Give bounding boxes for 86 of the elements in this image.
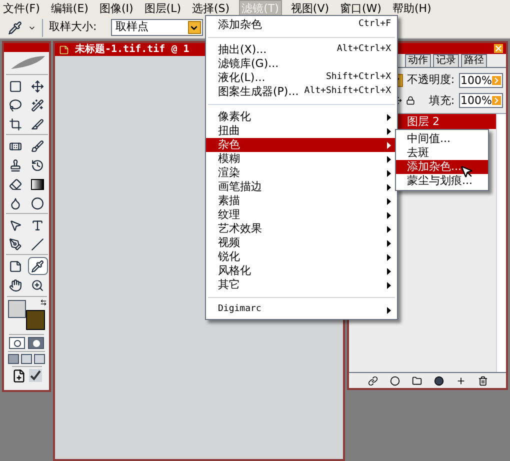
dropdown-chevron-icon — [188, 21, 201, 34]
toolbox-title-bar — [4, 43, 49, 52]
menu-item[interactable]: 纹理 — [206, 208, 397, 222]
history-brush-icon — [31, 158, 44, 172]
foreground-color-swatch[interactable] — [8, 300, 26, 318]
cursor-icon — [460, 165, 474, 179]
eyedropper-icon — [31, 260, 44, 272]
panel-tab[interactable]: 路径 — [461, 54, 487, 67]
menu-item[interactable]: 滤镜库(G)... — [206, 57, 397, 71]
menu-item[interactable]: 添加杂色... — [396, 160, 488, 174]
background-color-swatch[interactable] — [26, 310, 44, 330]
sample-size-label: 取样大小: — [49, 19, 97, 36]
marquee-icon — [9, 80, 22, 92]
menu-item[interactable]: 中间值... — [396, 132, 488, 146]
pen-icon — [9, 238, 22, 250]
submenu-arrow-icon — [387, 306, 391, 314]
menu-item[interactable]: 画笔描边 — [206, 180, 397, 194]
eraser-icon — [9, 178, 22, 190]
type-icon — [31, 218, 44, 232]
menu-item[interactable]: 风格化 — [206, 264, 397, 278]
mask-icon[interactable] — [390, 376, 400, 386]
half-circle-icon[interactable] — [434, 376, 444, 386]
menu-item[interactable]: 文件(F) — [1, 1, 42, 16]
panel-tab[interactable]: 记录 — [433, 54, 459, 67]
lock-icon[interactable] — [406, 96, 415, 106]
arrow-pointer-icon — [9, 218, 22, 232]
menu-item[interactable]: 图层(L) — [142, 1, 184, 16]
opacity-label: 不透明度: — [406, 72, 455, 88]
note-icon — [9, 260, 22, 272]
menu-item[interactable]: 帮助(H) — [390, 1, 434, 16]
menu-item[interactable]: 添加杂色 Ctrl+F — [206, 18, 397, 32]
menu-item[interactable]: 素描 — [206, 194, 397, 208]
tool-button[interactable] — [28, 257, 48, 275]
menu-item[interactable]: 其它 — [206, 278, 397, 292]
menu-item[interactable]: 图案生成器(P)... Alt+Shift+Ctrl+X — [206, 85, 397, 99]
menu-item[interactable]: 视图(V) — [288, 1, 332, 16]
menu-item[interactable]: 视频 — [206, 236, 397, 250]
stamp-icon — [9, 158, 22, 172]
menu-item[interactable]: 编辑(E) — [48, 1, 90, 16]
fill-label: 填充: — [428, 92, 455, 108]
knife-icon — [31, 118, 44, 130]
standard-mode-icon[interactable] — [9, 337, 25, 349]
menu-item[interactable]: 艺术效果 — [206, 222, 397, 236]
menu-item[interactable]: 抽出(X)... Alt+Ctrl+X — [206, 43, 397, 57]
zoom-icon — [31, 278, 44, 292]
folder-icon[interactable] — [412, 376, 422, 386]
circle-icon — [31, 196, 44, 210]
screen-mode-icon[interactable] — [34, 354, 45, 364]
menu-item[interactable]: 选择(S) — [190, 1, 232, 16]
eyedropper-icon[interactable] — [8, 20, 22, 34]
document-title: 未标题-1.tif.tif @ 1 — [75, 42, 190, 57]
quick-mask-icon[interactable] — [28, 337, 44, 349]
jump-to-icon[interactable] — [12, 369, 26, 383]
lasso-icon — [9, 98, 22, 112]
wand-icon — [31, 98, 44, 112]
drop-icon — [9, 196, 22, 210]
menu-item[interactable]: 杂色 — [206, 138, 397, 152]
menu-item[interactable]: 窗口(W) — [338, 1, 384, 16]
line-icon — [31, 238, 44, 250]
crop-icon — [9, 118, 22, 130]
trash-icon[interactable] — [478, 376, 488, 386]
hand-icon — [9, 278, 22, 292]
menu-item[interactable]: 锐化 — [206, 250, 397, 264]
menu-item[interactable]: 渲染 — [206, 166, 397, 180]
fill-field[interactable]: 100% — [458, 93, 503, 108]
menu-item[interactable]: 去斑 — [396, 146, 488, 160]
document-icon — [59, 44, 69, 54]
opacity-field[interactable]: 100% — [458, 72, 503, 88]
swap-colors-icon[interactable] — [40, 299, 46, 306]
gradient-icon — [31, 178, 44, 190]
menu-item[interactable]: 液化(L)... Shift+Ctrl+X — [206, 71, 397, 85]
checkmark-icon[interactable] — [28, 369, 42, 382]
new-layer-icon[interactable] — [456, 376, 466, 386]
menu-item[interactable]: 模糊 — [206, 152, 397, 166]
menu-item[interactable]: 蒙尘与划痕... — [396, 174, 488, 188]
bandage-icon — [9, 140, 22, 152]
move-icon — [31, 80, 44, 92]
link-icon[interactable] — [368, 376, 378, 386]
menu-item[interactable]: 图像(I) — [97, 1, 136, 16]
brush-icon — [31, 140, 44, 152]
panel-tab[interactable]: 动作 — [405, 54, 431, 67]
screen-mode-icon[interactable] — [21, 354, 32, 364]
screen-mode-icon[interactable] — [8, 354, 19, 364]
sample-size-dropdown[interactable]: 取样点 — [110, 19, 203, 36]
menu-item[interactable]: Digimarc — [206, 303, 397, 317]
scrollbar[interactable] — [496, 114, 506, 372]
